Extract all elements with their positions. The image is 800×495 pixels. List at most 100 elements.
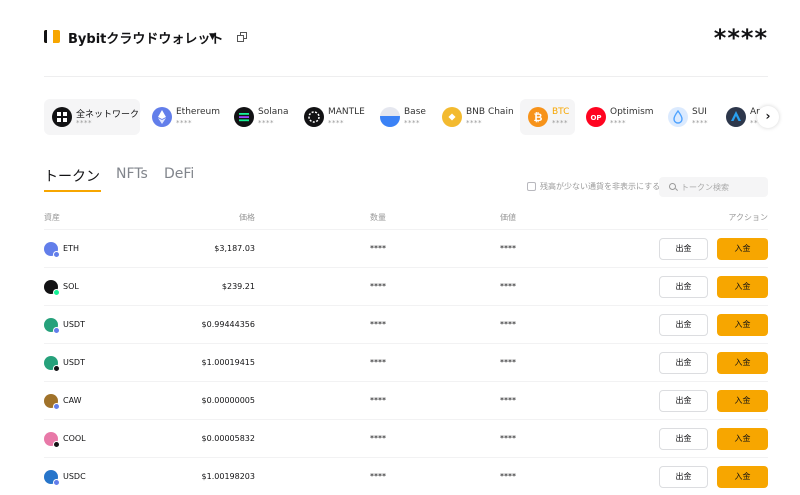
chain-name: Solana [258,107,289,117]
chain-balance: **** [404,119,420,127]
token-price: $3,187.03 [214,244,255,253]
deposit-button[interactable]: 入金 [717,276,768,298]
copy-icon[interactable] [237,32,247,42]
btc-icon: ₿ [528,107,548,127]
withdraw-button[interactable]: 出金 [659,352,708,374]
chain-balance: **** [552,119,568,127]
mantle-icon [304,107,324,127]
chain-balance: **** [176,119,192,127]
chain-balance: **** [328,119,344,127]
network-badge-icon [53,289,60,296]
solana-icon [234,107,254,127]
table-row: CAW $0.00000005 **** **** 出金 入金 [44,381,768,419]
withdraw-button[interactable]: 出金 [659,390,708,412]
withdraw-button[interactable]: 出金 [659,276,708,298]
token-symbol: USDT [63,358,85,367]
chain-selector: 全ネットワーク **** Ethereum **** Solana **** M… [44,99,768,135]
token-quantity: **** [370,396,386,405]
hide-small-label: 残高が少ない通貨を非表示にする [540,182,661,191]
wallet-icon [44,30,60,43]
chain-name: BNB Chain [466,107,514,117]
deposit-button[interactable]: 入金 [717,428,768,450]
table-row: COOL $0.00005832 **** **** 出金 入金 [44,419,768,457]
arbitrum-icon [726,107,746,127]
table-row: USDT $1.00019415 **** **** 出金 入金 [44,343,768,381]
token-price: $1.00198203 [201,472,255,481]
table-row: ETH $3,187.03 **** **** 出金 入金 [44,229,768,267]
chain-name: BTC [552,107,570,117]
chain-item-btc[interactable]: ₿ BTC **** [520,99,575,135]
tab-underline [44,190,101,192]
chain-balance: **** [692,119,708,127]
search-input[interactable] [681,180,763,194]
header-price: 価格 [239,213,255,222]
chain-balance: **** [610,119,626,127]
chain-item-base[interactable]: Base **** [372,99,432,135]
token-symbol: COOL [63,434,86,443]
token-symbol: USDT [63,320,85,329]
token-price: $0.00000005 [201,396,255,405]
token-value: **** [500,396,516,405]
sui-icon [668,107,688,127]
chevron-right-icon[interactable]: › [757,106,779,128]
chain-item-all[interactable]: 全ネットワーク **** [44,99,140,135]
hide-small-checkbox[interactable] [527,182,536,191]
header-action: アクション [728,213,768,222]
tab-defi[interactable]: DeFi [164,166,194,182]
ethereum-icon [152,107,172,127]
table-row: USDT $0.99444356 **** **** 出金 入金 [44,305,768,343]
withdraw-button[interactable]: 出金 [659,466,708,488]
network-badge-icon [53,403,60,410]
header-value: 価値 [500,213,516,222]
wallet-header: Bybitクラウドウォレット ▼ **** [44,24,768,52]
deposit-button[interactable]: 入金 [717,238,768,260]
tab-tokens[interactable]: トークン [44,166,100,186]
deposit-button[interactable]: 入金 [717,352,768,374]
optimism-icon: OP [586,107,606,127]
tab-nfts[interactable]: NFTs [116,166,148,182]
table-row: SOL $239.21 **** **** 出金 入金 [44,267,768,305]
bnb-chain-icon [442,107,462,127]
token-symbol: CAW [63,396,82,405]
token-price: $0.99444356 [201,320,255,329]
token-quantity: **** [370,320,386,329]
table-header: 資産 価格 数量 価値 アクション [44,212,768,226]
withdraw-button[interactable]: 出金 [659,238,708,260]
wallet-selector[interactable]: Bybitクラウドウォレット [68,28,223,47]
svg-text:₿: ₿ [534,111,543,124]
token-price: $1.00019415 [201,358,255,367]
token-quantity: **** [370,434,386,443]
chain-item-mantle[interactable]: MANTLE **** [296,99,370,135]
token-value: **** [500,472,516,481]
chain-balance: **** [258,119,274,127]
deposit-button[interactable]: 入金 [717,466,768,488]
chain-balance: **** [466,119,482,127]
network-badge-icon [53,441,60,448]
deposit-button[interactable]: 入金 [717,390,768,412]
chain-item-bnb[interactable]: BNB Chain **** [434,99,518,135]
search-icon [669,183,676,190]
token-quantity: **** [370,282,386,291]
chain-name: Ethereum [176,107,220,117]
chain-item-ethereum[interactable]: Ethereum **** [144,99,222,135]
network-badge-icon [53,251,60,258]
chain-item-solana[interactable]: Solana **** [226,99,292,135]
token-value: **** [500,244,516,253]
token-price: $239.21 [221,282,255,291]
token-table: ETH $3,187.03 **** **** 出金 入金 SOL $239.2… [44,229,768,495]
token-quantity: **** [370,244,386,253]
token-quantity: **** [370,472,386,481]
header-asset: 資産 [44,213,60,222]
token-search [659,177,768,197]
withdraw-button[interactable]: 出金 [659,314,708,336]
chain-item-optimism[interactable]: OP Optimism **** [578,99,660,135]
all-networks-icon [52,107,72,127]
token-value: **** [500,282,516,291]
caret-down-icon[interactable]: ▼ [209,32,216,42]
deposit-button[interactable]: 入金 [717,314,768,336]
withdraw-button[interactable]: 出金 [659,428,708,450]
chain-name: SUI [692,107,707,117]
chain-name: MANTLE [328,107,365,117]
token-symbol: ETH [63,244,79,253]
chain-item-sui[interactable]: SUI **** [660,99,718,135]
